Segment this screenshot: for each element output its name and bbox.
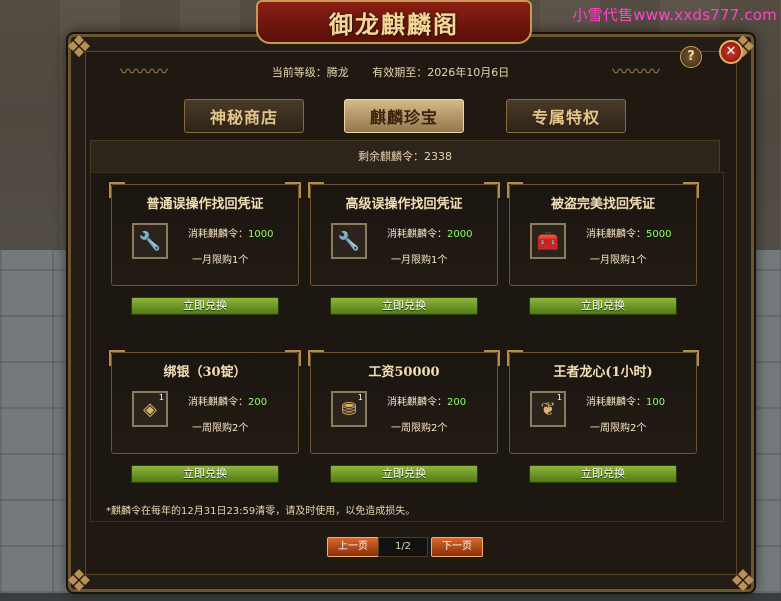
item-glyph: 🧰 bbox=[536, 230, 560, 252]
redeem-button[interactable]: 立即兑换 bbox=[529, 297, 677, 315]
expiry-date: 有效期至：2026年10月6日 bbox=[372, 66, 510, 79]
item-title: 工资50000 bbox=[368, 365, 440, 380]
panel-title-banner: 御龙麒麟阁 bbox=[256, 0, 532, 44]
item-glyph: ⛃ bbox=[341, 398, 357, 420]
wrench-scroll-icon[interactable]: 🔧 bbox=[331, 223, 367, 259]
tab-mystery-shop[interactable]: 神秘商店 bbox=[184, 99, 304, 133]
reset-notice: *麒麟令在每年的12月31日23:59清零，请及时使用，以免造成损失。 bbox=[106, 506, 416, 517]
watermark-text: 小雪代售www.xxds777.com bbox=[572, 6, 777, 24]
corner-ornament-icon: ❖ bbox=[65, 563, 93, 599]
item-card: 高级误操作找回凭证 🔧 消耗麒麟令：2000 一月限购1个 bbox=[308, 182, 500, 286]
dragon-heart-icon[interactable]: ❦ 1 bbox=[530, 391, 566, 427]
cost-value: 100 bbox=[646, 397, 666, 408]
cost-label: 消耗麒麟令： bbox=[387, 397, 447, 408]
item-title: 绑银（30锭） bbox=[163, 365, 247, 380]
tab-qilin-treasure[interactable]: 麒麟珍宝 bbox=[344, 99, 464, 133]
item-glyph: 🔧 bbox=[138, 230, 162, 252]
item-title: 普通误操作找回凭证 bbox=[146, 197, 264, 212]
prev-page-button[interactable]: 上一页 bbox=[327, 537, 379, 557]
cost-value: 5000 bbox=[646, 229, 672, 240]
redeem-button[interactable]: 立即兑换 bbox=[330, 297, 478, 315]
item-quantity: 1 bbox=[357, 393, 363, 402]
corner-ornament-icon: ❖ bbox=[729, 563, 757, 599]
current-level: 当前等级：腾龙 bbox=[271, 66, 349, 79]
item-quantity: 1 bbox=[158, 393, 164, 402]
redeem-button[interactable]: 立即兑换 bbox=[529, 465, 677, 483]
cost-value: 200 bbox=[248, 397, 268, 408]
item-purchase-limit: 一周限购2个 bbox=[192, 423, 249, 434]
item-purchase-limit: 一周限购2个 bbox=[590, 423, 647, 434]
item-card: 绑银（30锭） ◈ 1 消耗麒麟令：200 一周限购2个 bbox=[109, 350, 301, 454]
page-indicator: 1/2 bbox=[378, 537, 428, 557]
item-glyph: ❦ bbox=[540, 398, 556, 420]
item-title: 高级误操作找回凭证 bbox=[345, 197, 463, 212]
item-card: 普通误操作找回凭证 🔧 消耗麒麟令：1000 一月限购1个 bbox=[109, 182, 301, 286]
item-purchase-limit: 一周限购2个 bbox=[391, 423, 448, 434]
next-page-button[interactable]: 下一页 bbox=[431, 537, 483, 557]
cost-label: 消耗麒麟令： bbox=[387, 229, 447, 240]
redeem-button[interactable]: 立即兑换 bbox=[131, 465, 279, 483]
panel-title: 御龙麒麟阁 bbox=[329, 9, 459, 39]
remaining-tokens: 剩余麒麟令：2338 bbox=[90, 140, 720, 174]
gold-coins-icon[interactable]: ⛃ 1 bbox=[331, 391, 367, 427]
item-purchase-limit: 一月限购1个 bbox=[192, 255, 249, 266]
item-cost: 消耗麒麟令：1000 bbox=[188, 225, 273, 240]
item-card: 工资50000 ⛃ 1 消耗麒麟令：200 一周限购2个 bbox=[308, 350, 500, 454]
item-purchase-limit: 一月限购1个 bbox=[391, 255, 448, 266]
tab-exclusive-privilege[interactable]: 专属特权 bbox=[506, 99, 626, 133]
item-cost: 消耗麒麟令：2000 bbox=[387, 225, 472, 240]
item-quantity: 1 bbox=[556, 393, 562, 402]
item-cost: 消耗麒麟令：100 bbox=[586, 393, 665, 408]
item-glyph: 🔧 bbox=[337, 230, 361, 252]
silver-ingot-icon[interactable]: ◈ 1 bbox=[132, 391, 168, 427]
corner-ornament-icon: ❖ bbox=[65, 29, 93, 65]
cost-value: 1000 bbox=[248, 229, 274, 240]
close-button[interactable]: ✕ bbox=[719, 40, 743, 64]
redeem-button[interactable]: 立即兑换 bbox=[330, 465, 478, 483]
cost-label: 消耗麒麟令： bbox=[586, 229, 646, 240]
cost-value: 2000 bbox=[447, 229, 473, 240]
item-title: 被盗完美找回凭证 bbox=[550, 197, 655, 212]
cost-label: 消耗麒麟令： bbox=[188, 397, 248, 408]
item-purchase-limit: 一月限购1个 bbox=[590, 255, 647, 266]
item-title: 王者龙心(1小时) bbox=[553, 365, 653, 380]
item-cost: 消耗麒麟令：200 bbox=[387, 393, 466, 408]
vip-info-line: 当前等级：腾龙 有效期至：2026年10月6日 bbox=[0, 64, 781, 80]
item-cost: 消耗麒麟令：5000 bbox=[586, 225, 671, 240]
wrench-scroll-icon[interactable]: 🔧 bbox=[132, 223, 168, 259]
treasure-chest-icon[interactable]: 🧰 bbox=[530, 223, 566, 259]
cost-label: 消耗麒麟令： bbox=[188, 229, 248, 240]
cost-label: 消耗麒麟令： bbox=[586, 397, 646, 408]
cost-value: 200 bbox=[447, 397, 467, 408]
item-cost: 消耗麒麟令：200 bbox=[188, 393, 267, 408]
item-card: 王者龙心(1小时) ❦ 1 消耗麒麟令：100 一周限购2个 bbox=[507, 350, 699, 454]
redeem-button[interactable]: 立即兑换 bbox=[131, 297, 279, 315]
item-glyph: ◈ bbox=[143, 398, 157, 420]
item-card: 被盗完美找回凭证 🧰 消耗麒麟令：5000 一月限购1个 bbox=[507, 182, 699, 286]
